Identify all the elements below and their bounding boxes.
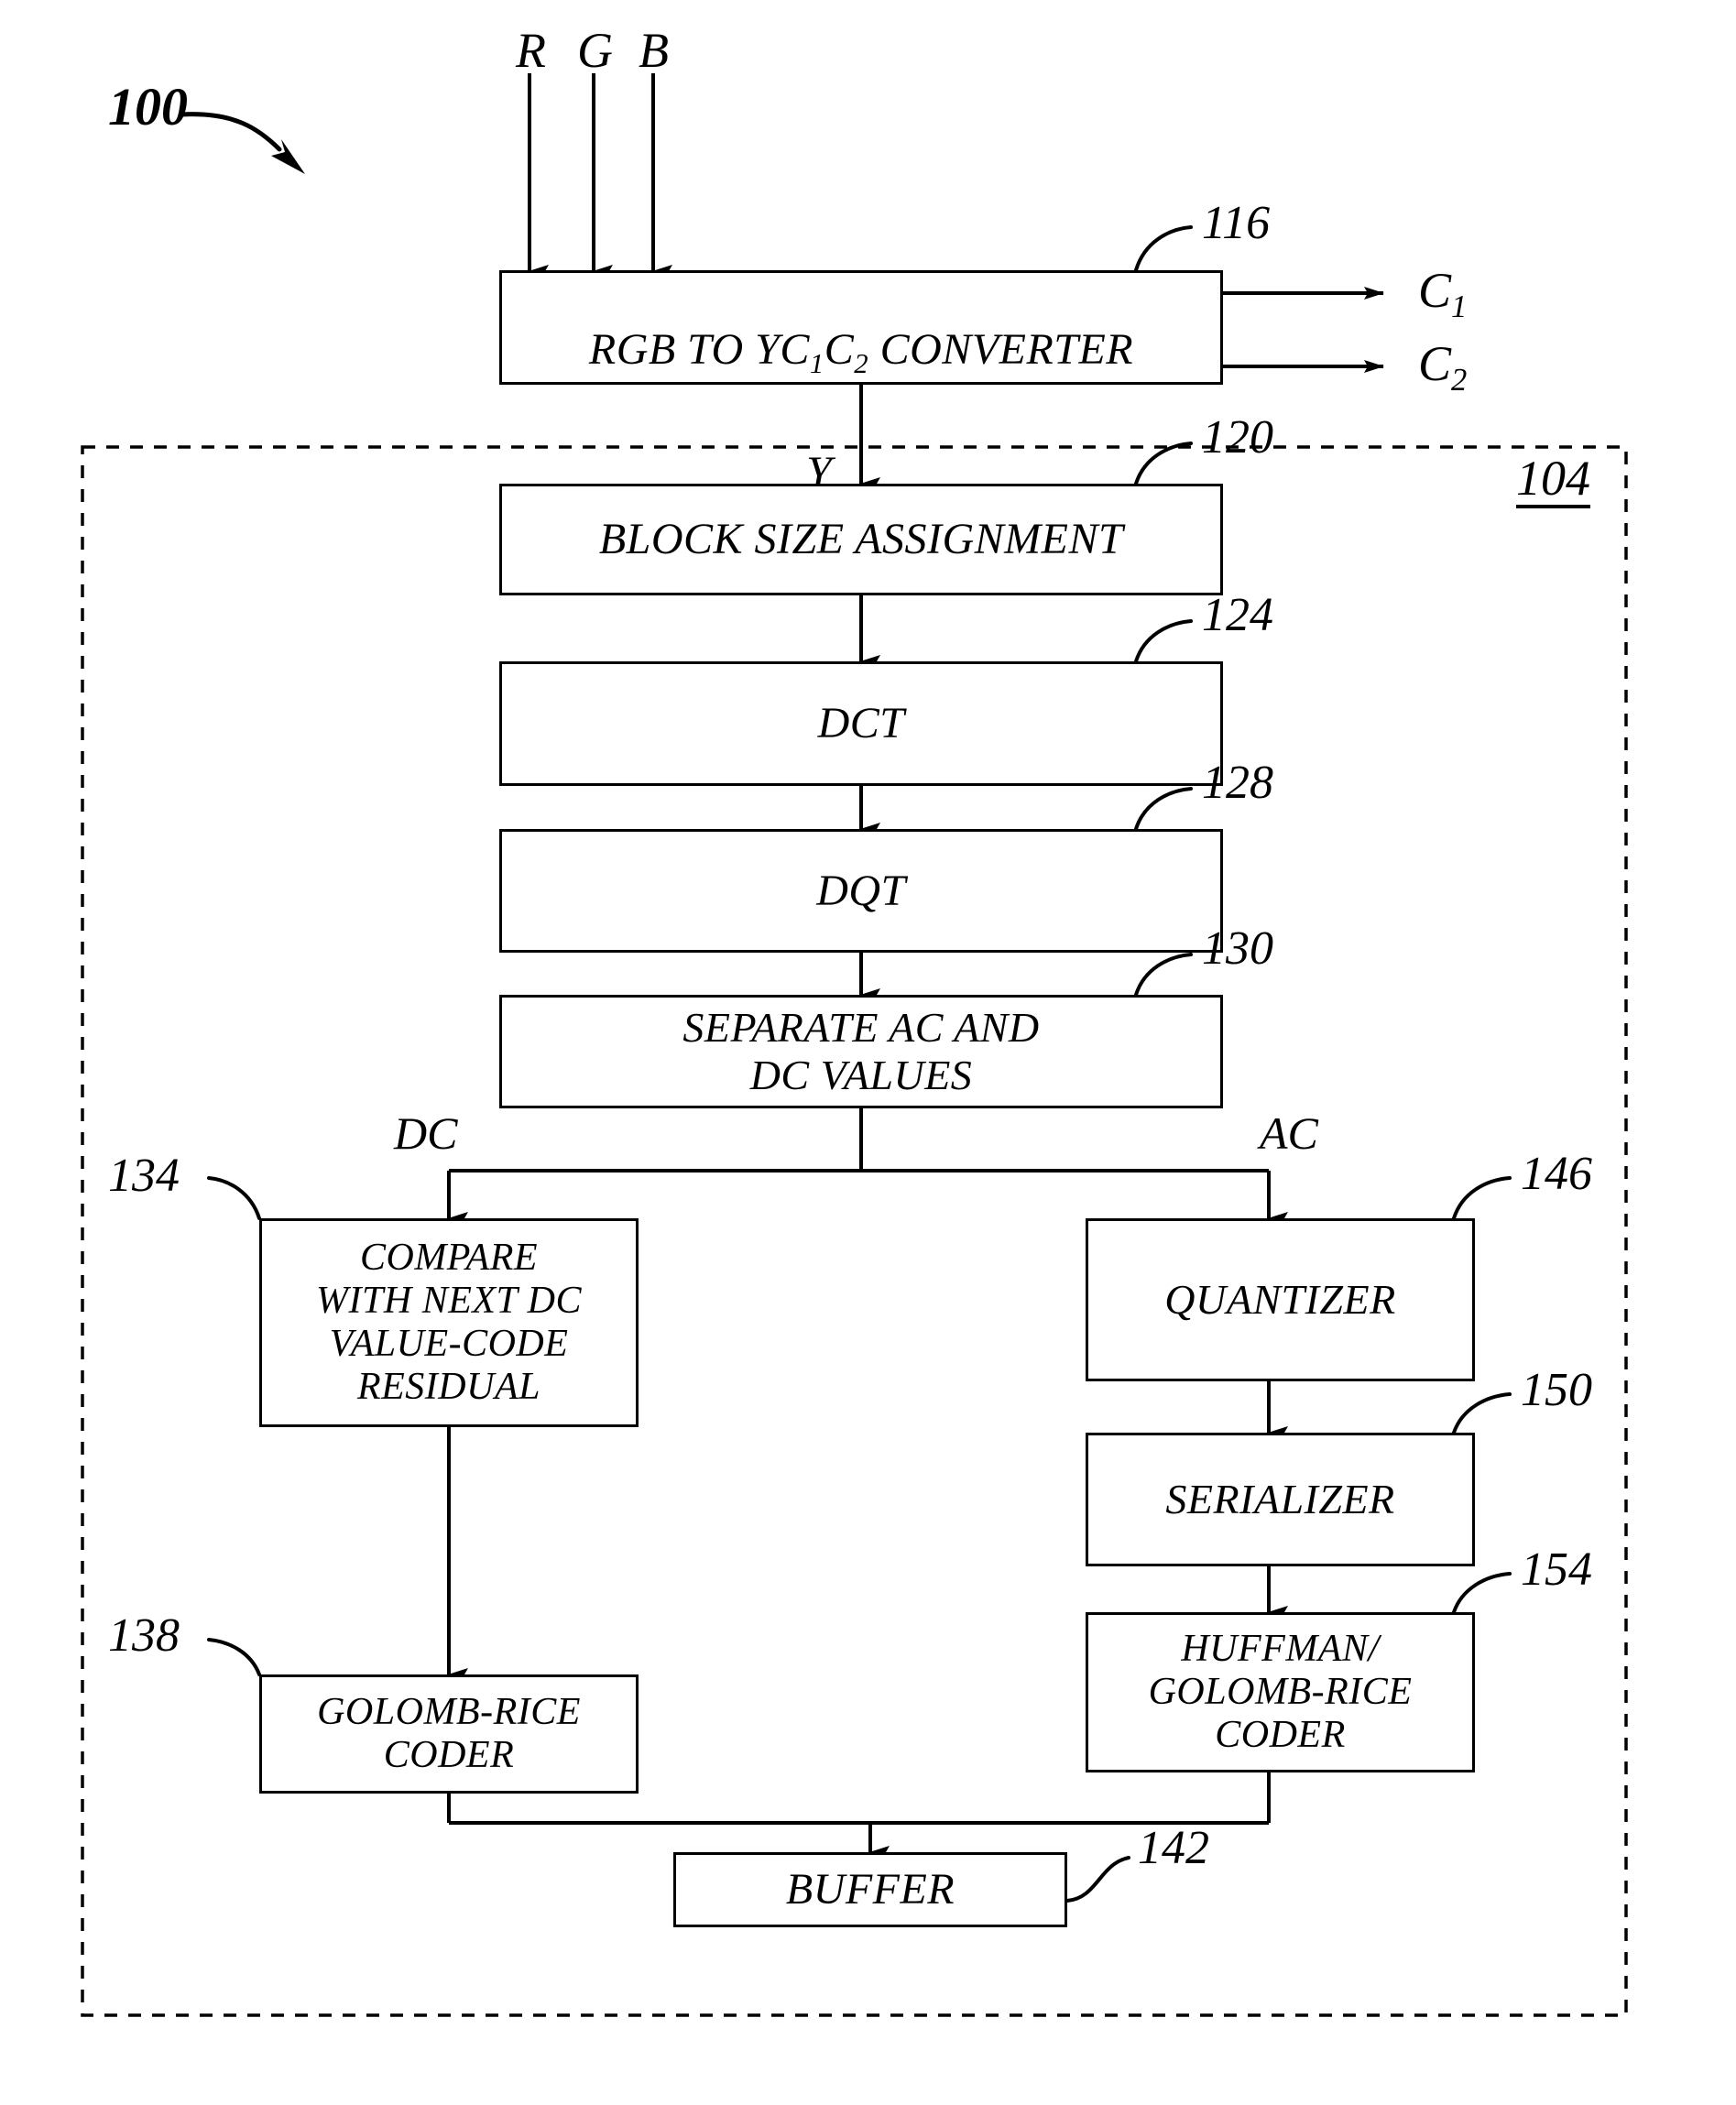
block-compare-next-dc-label: COMPARE WITH NEXT DC VALUE-CODE RESIDUAL [316,1236,582,1409]
block-golomb-rice-coder-label: GOLOMB-RICE CODER [317,1690,581,1776]
block-golomb-rice-coder[interactable]: GOLOMB-RICE CODER [259,1674,639,1794]
ref-number-116: 116 [1202,197,1271,249]
block-serializer[interactable]: SERIALIZER [1086,1433,1475,1566]
block-separate-ac-dc[interactable]: SEPARATE AC AND DC VALUES [499,995,1223,1108]
block-dct-label: DCT [817,699,905,748]
figure-leader-arrow [179,112,282,152]
ref-number-154: 154 [1521,1543,1592,1596]
block-serializer-label: SERIALIZER [1165,1476,1395,1523]
ref-number-142: 142 [1138,1822,1209,1874]
ref-leader-146 [1452,1176,1512,1220]
block-rgb-to-ycc-converter[interactable]: RGB TO YC1C2 CONVERTER [499,270,1223,385]
ref-number-128: 128 [1202,757,1273,809]
block-block-size-assignment[interactable]: BLOCK SIZE ASSIGNMENT [499,484,1223,595]
block-buffer-label: BUFFER [785,1865,955,1914]
block-quantizer-label: QUANTIZER [1164,1276,1396,1324]
ref-number-120: 120 [1202,411,1273,464]
ref-leader-120 [1134,442,1193,485]
ref-number-104: 104 [1516,453,1590,508]
block-rgb-to-ycc-converter-label: RGB TO YC1C2 CONVERTER [588,324,1134,379]
ref-number-124: 124 [1202,589,1273,641]
patent-figure: 100 R G B RGB TO YC1C2 CONVERTER 116 C1 … [0,0,1736,2105]
ref-leader-128 [1134,787,1193,831]
block-huffman-golomb-rice-coder-label: HUFFMAN/ GOLOMB-RICE CODER [1148,1627,1413,1757]
ref-number-130: 130 [1202,922,1273,975]
ref-number-138: 138 [108,1609,180,1662]
block-buffer[interactable]: BUFFER [673,1852,1067,1927]
signal-label-ac: AC [1260,1107,1318,1159]
input-label-b: B [639,23,669,78]
ref-leader-138 [207,1638,261,1676]
ref-leader-130 [1134,953,1193,997]
output-label-c1: C1 [1418,263,1468,325]
block-compare-next-dc[interactable]: COMPARE WITH NEXT DC VALUE-CODE RESIDUAL [259,1218,639,1427]
ref-leader-134 [207,1176,261,1220]
block-block-size-assignment-label: BLOCK SIZE ASSIGNMENT [598,515,1124,564]
input-label-g: G [577,23,613,78]
ref-leader-150 [1452,1392,1512,1434]
signal-label-dc: DC [394,1107,458,1159]
block-quantizer[interactable]: QUANTIZER [1086,1218,1475,1381]
ref-number-150: 150 [1521,1364,1592,1416]
ref-leader-154 [1452,1572,1512,1614]
ref-leader-124 [1134,619,1193,663]
block-dqt[interactable]: DQT [499,829,1223,953]
block-dqt-label: DQT [816,866,906,915]
output-label-c2: C2 [1418,336,1468,398]
block-dct[interactable]: DCT [499,661,1223,786]
ref-number-146: 146 [1521,1148,1592,1200]
figure-number-100: 100 [108,77,188,136]
input-label-r: R [516,23,546,78]
block-separate-ac-dc-label: SEPARATE AC AND DC VALUES [682,1004,1040,1098]
block-huffman-golomb-rice-coder[interactable]: HUFFMAN/ GOLOMB-RICE CODER [1086,1612,1475,1772]
ref-leader-116 [1134,225,1193,272]
ref-number-134: 134 [108,1150,180,1202]
ref-leader-142 [1065,1856,1130,1903]
